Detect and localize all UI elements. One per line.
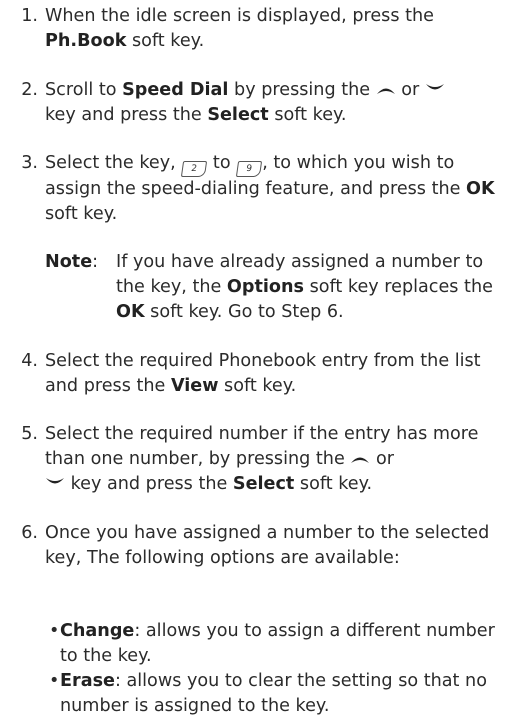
step-number: 2. <box>21 80 38 100</box>
down-arrow-icon <box>46 478 64 484</box>
ph-book-softkey-label: Ph.Book <box>45 31 127 51</box>
note-label: Note <box>45 252 93 272</box>
step-number: 6. <box>21 523 38 543</box>
select-softkey-label: Select <box>207 105 269 125</box>
view-softkey-label: View <box>170 376 219 396</box>
up-arrow-icon <box>351 457 370 463</box>
step-text: Once you have assigned a number to the s… <box>45 523 490 568</box>
bullet-icon: • <box>49 671 60 691</box>
step-text: When the idle screen is displayed, press… <box>45 6 434 51</box>
step-number: 3. <box>21 153 38 173</box>
change-option-label: Change <box>60 621 135 641</box>
key-2-icon: 2 <box>181 161 208 177</box>
speed-dial-label: Speed Dial <box>122 80 229 100</box>
ok-softkey-label: OK <box>116 302 145 322</box>
step-number: 4. <box>21 351 38 371</box>
options-softkey-label: Options <box>226 277 304 297</box>
select-softkey-label: Select <box>232 474 295 494</box>
step-number: 1. <box>21 6 38 26</box>
manual-page: 1. When the idle screen is displayed, pr… <box>0 0 519 719</box>
up-arrow-icon <box>376 88 395 94</box>
note-text: If you have already assigned a number to… <box>116 252 493 322</box>
step-number: 5. <box>21 424 38 444</box>
ok-softkey-label: OK <box>466 179 495 199</box>
step-text: Scroll to Speed Dial by pressing the or … <box>45 78 511 128</box>
bullet-icon: • <box>49 621 60 641</box>
step-text: Select the key, 2 to 9, to which you wis… <box>45 153 495 224</box>
step-text: Select the required number if the entry … <box>45 424 479 494</box>
option-text: Erase: allows you to clear the setting s… <box>60 671 487 716</box>
step-text: Select the required Phonebook entry from… <box>45 351 481 396</box>
option-text: Change: allows you to assign a different… <box>60 621 495 666</box>
down-arrow-icon <box>425 84 444 90</box>
erase-option-label: Erase <box>60 671 115 691</box>
key-9-icon: 9 <box>236 161 263 177</box>
